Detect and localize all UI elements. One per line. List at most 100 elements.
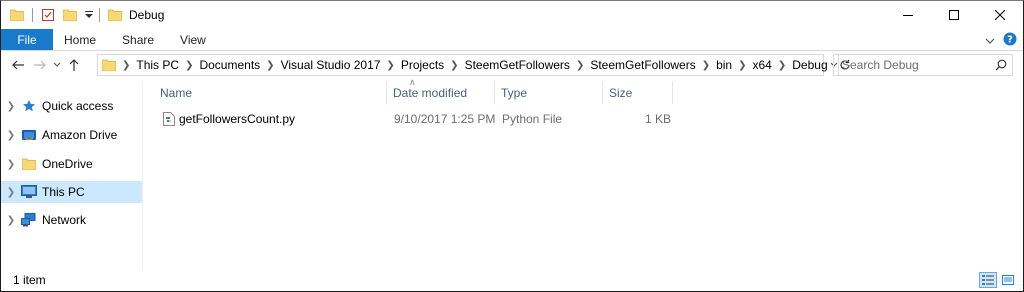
breadcrumb-visual-studio[interactable]: Visual Studio 2017 <box>279 58 383 72</box>
amazon-drive-icon <box>21 127 37 143</box>
chevron-right-icon[interactable]: ❯ <box>181 60 197 71</box>
arrow-up-icon <box>69 59 79 71</box>
chevron-right-icon[interactable]: ❯ <box>572 60 588 71</box>
monitor-icon <box>21 184 37 200</box>
folder-icon <box>102 59 116 71</box>
chevron-right-icon[interactable]: ❯ <box>698 60 714 71</box>
arrow-left-icon <box>12 60 24 70</box>
forward-button[interactable] <box>29 54 51 76</box>
item-count: 1 item <box>13 273 46 287</box>
details-view-icon <box>982 275 994 285</box>
chevron-right-icon[interactable]: ❯ <box>734 60 750 71</box>
minimize-icon <box>903 15 913 16</box>
recent-locations-button[interactable] <box>51 54 63 76</box>
chevron-down-icon <box>985 38 995 44</box>
help-button[interactable]: ? <box>1003 32 1017 49</box>
divider <box>32 8 33 22</box>
sidebar-item-quick-access[interactable]: ❯ Quick access <box>1 95 142 117</box>
tab-file[interactable]: File <box>1 29 53 50</box>
chevron-down-icon <box>53 62 61 67</box>
breadcrumb-projects[interactable]: Projects <box>399 58 446 72</box>
breadcrumb-steemgetfollowers-sub[interactable]: SteemGetFollowers <box>588 58 697 72</box>
sidebar-item-label: OneDrive <box>42 157 93 171</box>
sidebar-item-network[interactable]: ❯ Network <box>1 209 142 231</box>
close-button[interactable] <box>977 1 1023 29</box>
chevron-right-icon[interactable]: ❯ <box>1 187 21 198</box>
window-controls <box>885 1 1023 29</box>
column-header-date-modified[interactable]: Date modified <box>387 81 495 104</box>
explorer-window: Debug File Home Share View ? ❯ This PC ❯… <box>0 0 1024 292</box>
breadcrumb-bin[interactable]: bin <box>714 58 734 72</box>
divider <box>99 8 100 22</box>
chevron-right-icon[interactable]: ❯ <box>1 101 21 112</box>
expand-ribbon-button[interactable] <box>985 34 995 48</box>
maximize-button[interactable] <box>931 1 977 29</box>
folder-icon <box>107 7 123 23</box>
large-icons-view-button[interactable] <box>999 272 1017 288</box>
breadcrumb-debug[interactable]: Debug <box>790 58 829 72</box>
properties-icon[interactable] <box>40 7 56 23</box>
large-icons-view-icon <box>1002 275 1014 285</box>
customize-toolbar-icon[interactable] <box>84 7 94 23</box>
chevron-right-icon[interactable]: ❯ <box>1 130 21 141</box>
new-folder-icon[interactable] <box>62 7 78 23</box>
breadcrumb-this-pc[interactable]: This PC <box>134 58 181 72</box>
file-date-modified: 9/10/2017 1:25 PM <box>394 112 496 126</box>
svg-text:?: ? <box>1007 35 1013 46</box>
sidebar-item-this-pc[interactable]: ❯ This PC <box>1 181 142 203</box>
python-file-icon <box>163 109 179 129</box>
help-icon: ? <box>1003 32 1017 46</box>
ribbon-controls: ? <box>985 32 1017 49</box>
chevron-right-icon[interactable]: ❯ <box>382 60 398 71</box>
sidebar-item-label: Network <box>42 213 87 227</box>
chevron-right-icon[interactable]: ❯ <box>774 60 790 71</box>
up-button[interactable] <box>63 54 85 76</box>
sidebar-item-label: Quick access <box>42 99 114 113</box>
sidebar-item-onedrive[interactable]: ❯ OneDrive <box>1 153 142 175</box>
address-bar[interactable]: ❯ This PC ❯ Documents ❯ Visual Studio 20… <box>97 54 850 76</box>
folder-icon <box>21 156 37 172</box>
tab-home[interactable]: Home <box>53 29 109 50</box>
file-row[interactable]: getFollowersCount.py 9/10/2017 1:25 PM P… <box>158 109 678 129</box>
search-input[interactable]: Search Debug <box>834 58 990 72</box>
close-icon <box>995 10 1005 20</box>
status-bar: 1 item <box>1 269 1023 291</box>
details-view-button[interactable] <box>979 272 997 288</box>
tab-share[interactable]: Share <box>109 29 167 50</box>
breadcrumb-x64[interactable]: x64 <box>751 58 774 72</box>
navigation-pane: ❯ Quick access ❯ Amazon Drive ❯ OneDrive… <box>1 81 143 269</box>
search-icon[interactable] <box>990 59 1012 71</box>
sidebar-item-amazon-drive[interactable]: ❯ Amazon Drive <box>1 124 142 146</box>
maximize-icon <box>949 10 959 20</box>
sidebar-item-label: Amazon Drive <box>42 128 118 142</box>
back-button[interactable] <box>7 54 29 76</box>
network-icon <box>21 212 37 228</box>
column-header-size[interactable]: Size <box>603 81 673 104</box>
arrow-right-icon <box>34 60 46 70</box>
chevron-right-icon[interactable]: ❯ <box>1 215 21 226</box>
chevron-right-icon[interactable]: ❯ <box>118 60 134 71</box>
minimize-button[interactable] <box>885 1 931 29</box>
chevron-right-icon[interactable]: ❯ <box>262 60 278 71</box>
sidebar-item-label: This PC <box>42 185 85 199</box>
chevron-right-icon[interactable]: ❯ <box>446 60 462 71</box>
ribbon-tabs: File Home Share View ? <box>1 29 1023 51</box>
folder-icon[interactable] <box>9 7 25 23</box>
chevron-right-icon[interactable]: ❯ <box>1 159 21 170</box>
window-title: Debug <box>129 8 165 22</box>
column-header-name[interactable]: Name <box>154 81 387 104</box>
breadcrumb-documents[interactable]: Documents <box>197 58 262 72</box>
search-box[interactable]: Search Debug <box>833 54 1013 76</box>
navigation-bar: ❯ This PC ❯ Documents ❯ Visual Studio 20… <box>1 51 1023 79</box>
tab-view[interactable]: View <box>167 29 219 50</box>
file-size: 1 KB <box>645 112 672 126</box>
file-list: ∧ Name Date modified Type Size getFollow… <box>144 77 1022 269</box>
star-icon <box>21 98 37 114</box>
breadcrumb-steemgetfollowers[interactable]: SteemGetFollowers <box>463 58 572 72</box>
breadcrumb: ❯ This PC ❯ Documents ❯ Visual Studio 20… <box>98 55 830 75</box>
file-name: getFollowersCount.py <box>179 112 296 126</box>
quick-access-toolbar: Debug <box>1 1 164 29</box>
view-toggle <box>979 272 1017 288</box>
column-header-type[interactable]: Type <box>495 81 603 104</box>
file-type: Python File <box>502 112 563 126</box>
